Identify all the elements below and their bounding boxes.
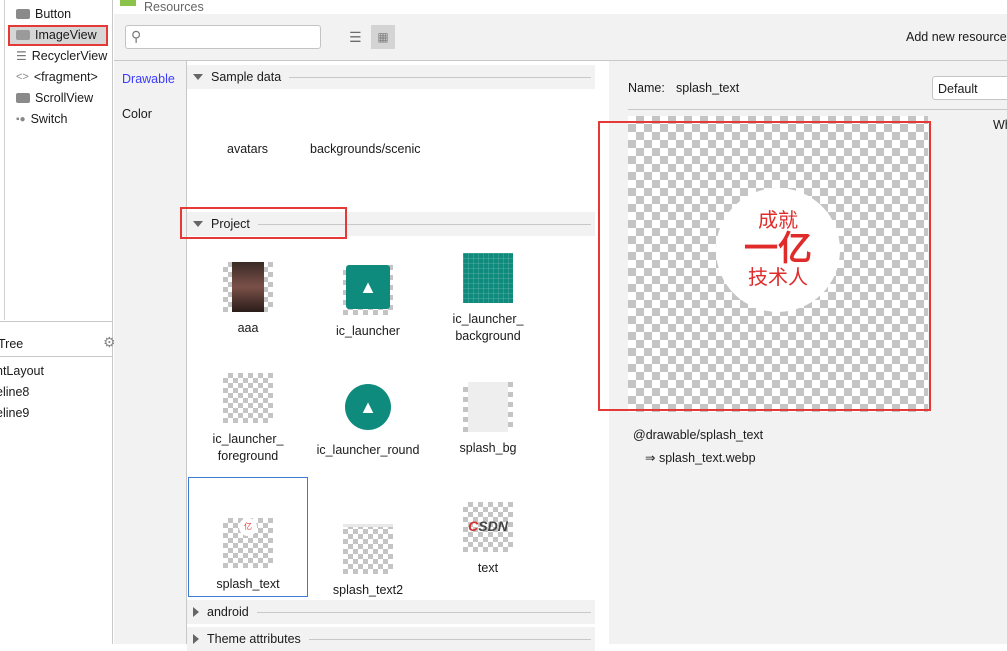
resource-item-ic-launcher-background[interactable]: ic_launcher_ background	[428, 253, 548, 345]
search-icon: ⚲	[131, 28, 142, 44]
palette-item-switch[interactable]: ▪● Switch	[16, 110, 67, 128]
side-label: Wh	[993, 118, 1007, 132]
expand-arrow-icon	[193, 634, 199, 644]
preview-highlight	[598, 121, 931, 411]
scrollview-icon	[16, 93, 30, 103]
category-color[interactable]: Color	[122, 107, 152, 121]
configuration-select[interactable]: Default	[932, 76, 1007, 100]
palette-panel: Button ImageView ☰ RecyclerView <> <fragme…	[0, 0, 116, 644]
resource-item-ic-launcher-round[interactable]: ▲ ic_launcher_round	[308, 382, 428, 459]
section-theme-attributes[interactable]: Theme attributes	[187, 627, 595, 651]
resource-item-text[interactable]: CSDN text	[428, 502, 548, 577]
resource-item[interactable]: backgrounds/scenic	[310, 142, 420, 156]
palette-item-recyclerview[interactable]: ☰ RecyclerView	[16, 47, 107, 65]
dialog-titlebar: Resources	[114, 0, 1007, 14]
palette-item-scrollview[interactable]: ScrollView	[16, 89, 93, 107]
add-new-resource-button[interactable]: Add new resource	[906, 30, 1007, 44]
tree-row[interactable]: ntLayout	[0, 361, 44, 382]
expand-arrow-icon	[193, 607, 199, 617]
palette-item-fragment[interactable]: <> <fragment>	[16, 68, 98, 86]
resource-reference: @drawable/splash_text	[633, 428, 764, 442]
section-sample-data[interactable]: Sample data	[187, 65, 595, 89]
list-icon: ☰	[16, 49, 27, 63]
palette-item-imageview[interactable]: ImageView	[16, 26, 97, 44]
collapse-arrow-icon	[193, 74, 203, 80]
component-tree-header: Tree ⚙	[0, 333, 116, 357]
resource-file: ⇒ splash_text.webp	[645, 451, 756, 465]
button-icon	[16, 9, 30, 19]
switch-icon: ▪●	[16, 113, 26, 125]
component-tree-title: Tree	[0, 337, 24, 351]
section-android[interactable]: android	[187, 600, 595, 624]
resource-item[interactable]: avatars	[227, 142, 268, 156]
resource-item-ic-launcher[interactable]: ▲ ic_launcher	[308, 262, 428, 340]
resource-item-ic-launcher-foreground[interactable]: ic_launcher_ foreground	[188, 373, 308, 465]
search-input[interactable]: ⚲	[125, 25, 321, 49]
list-view-button[interactable]: ☰	[349, 29, 362, 46]
component-tree-list: ntLayout eline8 eline9	[0, 361, 44, 424]
android-icon: ▲	[345, 384, 391, 430]
android-studio-icon	[120, 0, 136, 6]
resource-item-aaa[interactable]: aaa	[188, 262, 308, 337]
category-drawable[interactable]: Drawable	[122, 72, 175, 86]
project-highlight	[180, 207, 347, 239]
android-icon: ▲	[346, 265, 390, 309]
dialog-title: Resources	[144, 0, 204, 14]
palette-item-button[interactable]: Button	[16, 5, 71, 23]
grid-view-button[interactable]: ▦	[371, 25, 395, 49]
resource-item-splash-text[interactable]: 亿 splash_text	[188, 502, 308, 593]
name-value: splash_text	[676, 81, 740, 95]
tree-row[interactable]: eline9	[0, 403, 44, 424]
name-label: Name:	[628, 81, 665, 95]
tree-row[interactable]: eline8	[0, 382, 44, 403]
code-brackets-icon: <>	[16, 71, 29, 83]
image-icon	[16, 30, 30, 40]
resource-item-splash-text2[interactable]: splash_text2	[308, 502, 428, 599]
resource-item-splash-bg[interactable]: splash_bg	[428, 382, 548, 457]
